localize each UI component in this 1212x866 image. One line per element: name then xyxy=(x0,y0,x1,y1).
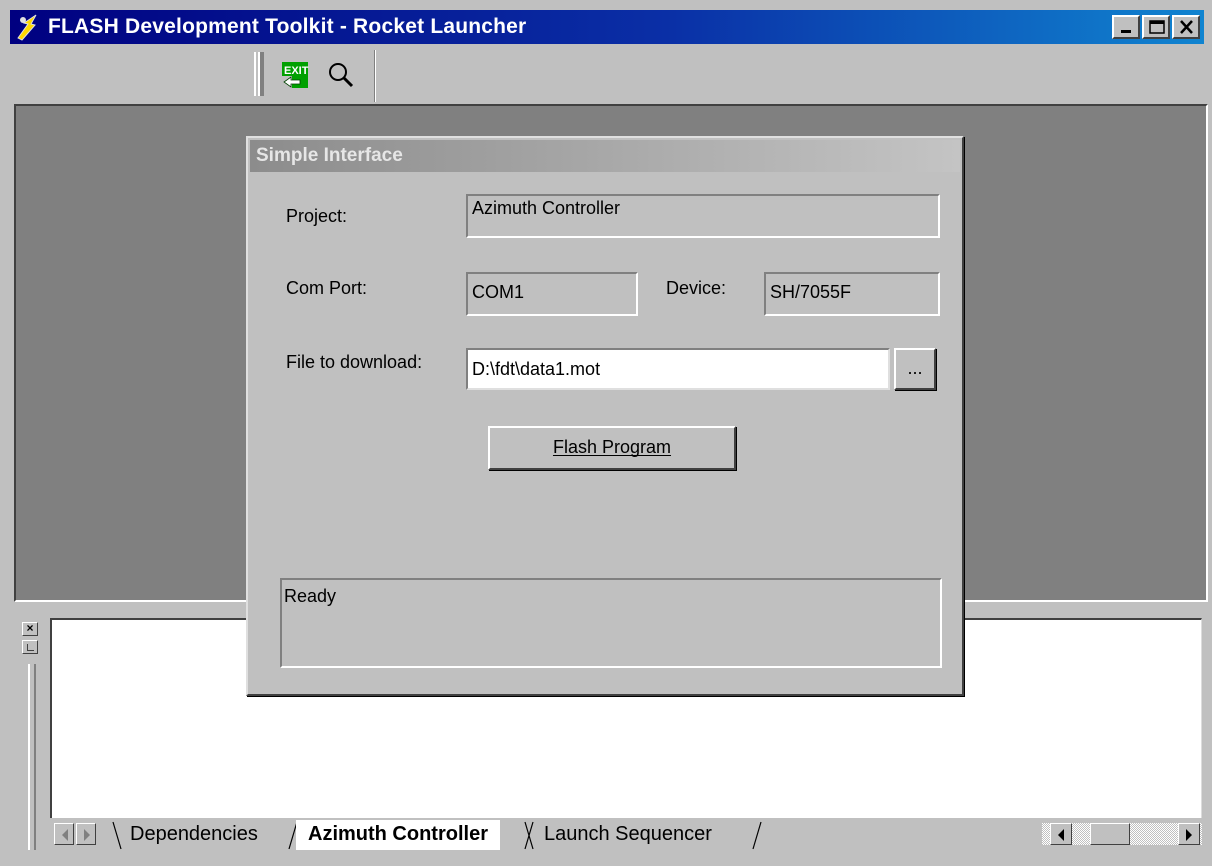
simple-interface-dialog: Simple Interface Project: Azimuth Contro… xyxy=(246,136,964,696)
project-label: Project: xyxy=(286,206,348,226)
pane-close-icon: × xyxy=(26,621,34,635)
pane-close-button[interactable]: × xyxy=(22,622,38,636)
flash-program-button[interactable]: Flash Program xyxy=(488,426,736,470)
maximize-icon xyxy=(1149,20,1165,34)
minimize-button[interactable] xyxy=(1112,15,1140,39)
tab-scroll-left-button[interactable] xyxy=(54,823,74,845)
tab-azimuth-controller[interactable]: Azimuth Controller xyxy=(296,820,500,850)
exit-button[interactable]: EXIT xyxy=(280,58,314,92)
app-logo-icon xyxy=(14,12,44,42)
maximize-button[interactable] xyxy=(1142,15,1170,39)
title-bar[interactable]: FLASH Development Toolkit - Rocket Launc… xyxy=(10,10,1204,44)
app-window: FLASH Development Toolkit - Rocket Launc… xyxy=(0,0,1212,866)
tab-scroll-right-button[interactable] xyxy=(76,823,96,845)
arrow-right-icon xyxy=(1186,829,1192,841)
project-field: Azimuth Controller xyxy=(466,194,940,238)
horizontal-scrollbar[interactable] xyxy=(1042,823,1202,845)
find-button[interactable] xyxy=(324,58,358,92)
com-port-label: Com Port: xyxy=(286,278,368,298)
window-title: FLASH Development Toolkit - Rocket Launc… xyxy=(48,15,527,38)
exit-icon-label: EXIT xyxy=(284,65,309,77)
tab-divider xyxy=(752,821,762,850)
status-box: Ready xyxy=(280,578,942,668)
scroll-right-icon xyxy=(84,829,90,841)
toolbar: EXIT xyxy=(10,46,1204,104)
arrow-left-icon xyxy=(1058,829,1064,841)
hscroll-left-button[interactable] xyxy=(1050,823,1072,845)
tab-dependencies[interactable]: Dependencies xyxy=(118,820,270,850)
browse-button[interactable]: ... xyxy=(894,348,936,390)
toolbar-separator xyxy=(374,50,376,102)
window-controls xyxy=(1110,15,1200,39)
file-to-download-input[interactable] xyxy=(466,348,890,390)
minimize-icon xyxy=(1121,30,1131,33)
scroll-left-icon xyxy=(62,829,68,841)
device-field: SH/7055F xyxy=(764,272,940,316)
close-icon xyxy=(1180,20,1193,34)
magnifier-icon xyxy=(329,63,354,88)
tab-launch-sequencer[interactable]: Launch Sequencer xyxy=(532,820,724,850)
flash-program-label: Flash Program xyxy=(552,437,672,457)
file-to-download-label: File to download: xyxy=(286,352,423,372)
output-tab-strip: Dependencies Azimuth Controller Launch S… xyxy=(50,818,1202,852)
device-label: Device: xyxy=(666,278,727,298)
dialog-title[interactable]: Simple Interface xyxy=(250,140,960,172)
pane-float-button[interactable] xyxy=(22,640,38,654)
hscroll-thumb[interactable] xyxy=(1090,823,1130,845)
toolbar-grip[interactable] xyxy=(254,52,264,96)
com-port-field: COM1 xyxy=(466,272,638,316)
hscroll-right-button[interactable] xyxy=(1178,823,1200,845)
close-button[interactable] xyxy=(1172,15,1200,39)
exit-icon: EXIT xyxy=(282,62,309,88)
status-text: Ready xyxy=(284,586,337,606)
pane-grip[interactable] xyxy=(28,664,36,850)
